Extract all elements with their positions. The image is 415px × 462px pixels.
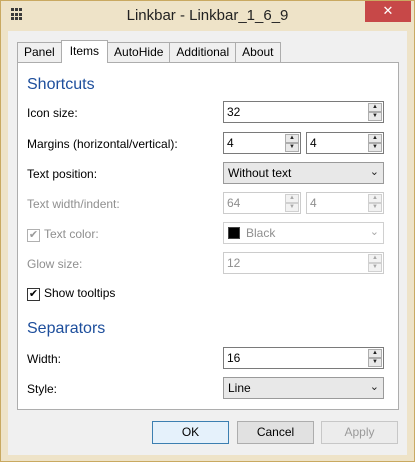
glow-size-label: Glow size: — [27, 257, 83, 271]
text-width-up-icon[interactable]: ▲ — [285, 194, 299, 203]
close-icon: ✕ — [382, 3, 394, 18]
text-width-down-icon[interactable]: ▼ — [285, 203, 299, 212]
glow-size-spinner[interactable]: 12 ▲ ▼ — [223, 252, 384, 274]
margin-vertical-value: 4 — [310, 136, 317, 150]
dialog-body: Panel Items AutoHide Additional About Sh… — [8, 31, 407, 455]
text-width-label: Text width/indent: — [27, 197, 120, 211]
text-color-select[interactable]: Black ⌄ — [223, 222, 384, 244]
text-indent-up-icon[interactable]: ▲ — [368, 194, 382, 203]
text-color-label: Text color: — [44, 227, 99, 241]
separator-width-down-icon[interactable]: ▼ — [368, 358, 382, 367]
show-tooltips-checkbox[interactable]: ✔ — [27, 288, 40, 301]
margin-horizontal-value: 4 — [227, 136, 234, 150]
items-panel: Shortcuts Icon size: 32 ▲ ▼ Margins (hor… — [17, 62, 399, 410]
margin-vertical-spinner[interactable]: 4 ▲ ▼ — [306, 132, 384, 154]
title-bar: Linkbar - Linkbar_1_6_9 ✕ — [1, 1, 414, 31]
chevron-down-icon: ⌄ — [369, 166, 379, 178]
chevron-down-icon: ⌄ — [369, 381, 379, 393]
text-position-select[interactable]: Without text ⌄ — [223, 162, 384, 184]
text-color-value: Black — [246, 226, 276, 240]
separator-style-select[interactable]: Line ⌄ — [223, 377, 384, 399]
text-indent-spinner[interactable]: 4 ▲ ▼ — [306, 192, 384, 214]
chevron-down-icon: ⌄ — [369, 226, 379, 238]
separator-style-label: Style: — [27, 382, 58, 396]
tab-autohide[interactable]: AutoHide — [107, 42, 171, 62]
separator-style-value: Line — [228, 381, 251, 395]
tab-strip: Panel Items AutoHide Additional About — [17, 40, 281, 63]
text-width-spinner[interactable]: 64 ▲ ▼ — [223, 192, 301, 214]
separator-width-value: 16 — [227, 351, 241, 365]
show-tooltips-label: Show tooltips — [44, 286, 116, 300]
text-position-label: Text position: — [27, 167, 98, 181]
icon-size-label: Icon size: — [27, 106, 78, 120]
apply-button[interactable]: Apply — [321, 421, 398, 444]
glow-size-up-icon[interactable]: ▲ — [368, 254, 382, 263]
color-swatch — [228, 227, 240, 239]
separator-width-label: Width: — [27, 352, 62, 366]
margin-horizontal-spinner[interactable]: 4 ▲ ▼ — [223, 132, 301, 154]
tab-about[interactable]: About — [235, 42, 281, 62]
window-title: Linkbar - Linkbar_1_6_9 — [126, 7, 289, 24]
margin-vertical-down-icon[interactable]: ▼ — [368, 143, 382, 152]
icon-size-spinner[interactable]: 32 ▲ ▼ — [223, 101, 384, 123]
tab-items[interactable]: Items — [60, 40, 109, 63]
tab-additional[interactable]: Additional — [169, 42, 237, 62]
icon-size-value: 32 — [227, 105, 241, 119]
cancel-button[interactable]: Cancel — [237, 421, 314, 444]
separator-width-up-icon[interactable]: ▲ — [368, 349, 382, 358]
margin-vertical-up-icon[interactable]: ▲ — [368, 134, 382, 143]
text-position-value: Without text — [228, 166, 292, 180]
text-width-value: 64 — [227, 196, 241, 210]
text-color-checkbox[interactable]: ✔ — [27, 229, 40, 242]
close-button[interactable]: ✕ — [365, 1, 411, 22]
glow-size-value: 12 — [227, 256, 241, 270]
separators-heading: Separators — [27, 320, 106, 337]
margin-horizontal-down-icon[interactable]: ▼ — [285, 143, 299, 152]
margins-label: Margins (horizontal/vertical): — [27, 137, 178, 151]
text-indent-value: 4 — [310, 196, 317, 210]
ok-button[interactable]: OK — [152, 421, 229, 444]
margin-horizontal-up-icon[interactable]: ▲ — [285, 134, 299, 143]
window: Linkbar - Linkbar_1_6_9 ✕ Panel Items Au… — [0, 0, 415, 462]
icon-size-down-icon[interactable]: ▼ — [368, 112, 382, 121]
icon-size-up-icon[interactable]: ▲ — [368, 103, 382, 112]
shortcuts-heading: Shortcuts — [27, 76, 95, 93]
tab-panel[interactable]: Panel — [17, 42, 62, 62]
text-indent-down-icon[interactable]: ▼ — [368, 203, 382, 212]
glow-size-down-icon[interactable]: ▼ — [368, 263, 382, 272]
separator-width-spinner[interactable]: 16 ▲ ▼ — [223, 347, 384, 369]
